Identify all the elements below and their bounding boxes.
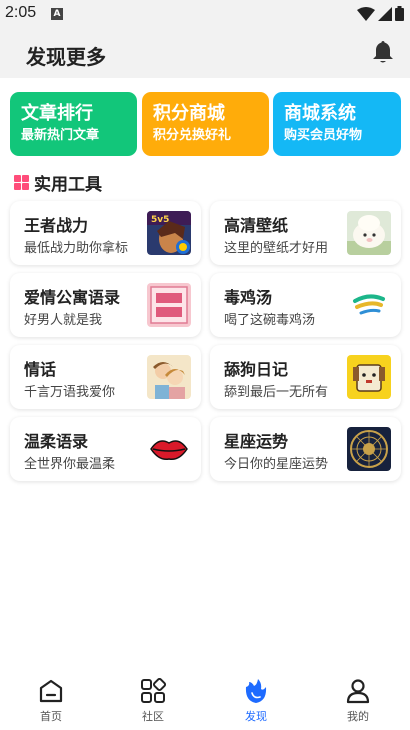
red-lips-icon	[147, 427, 191, 471]
tool-title: 舔狗日记	[224, 360, 289, 379]
tab-home[interactable]: 首页	[21, 676, 81, 724]
promo-title: 文章排行	[21, 103, 93, 124]
tab-community[interactable]: 社区	[123, 676, 183, 724]
promo-subtitle: 积分兑换好礼	[153, 128, 232, 143]
tab-label: 发现	[245, 710, 267, 723]
tool-title: 温柔语录	[24, 432, 89, 451]
signal-icon	[378, 6, 392, 21]
tool-title: 星座运势	[224, 432, 289, 451]
section-header: 实用工具	[14, 170, 102, 195]
tv-show-poster-thumbnail-icon	[147, 283, 191, 327]
promo-mall-system[interactable]: 商城系统 购买会员好物	[273, 92, 401, 156]
tab-label: 我的	[347, 710, 369, 723]
discover-icon	[245, 679, 267, 703]
tool-card-love-words[interactable]: 情话 千言万语我爱你	[10, 345, 201, 409]
tool-title: 毒鸡汤	[224, 288, 273, 307]
tab-discover[interactable]: 发现	[226, 676, 286, 724]
promo-subtitle: 最新热门文章	[21, 128, 100, 143]
tool-title: 情话	[24, 360, 57, 379]
wifi-icon	[357, 6, 375, 21]
page-title: 发现更多	[26, 45, 106, 69]
tool-card-king-power[interactable]: 王者战力 最低战力助你拿标 5v5	[10, 201, 201, 265]
profile-icon	[346, 679, 370, 704]
promo-title: 积分商城	[153, 103, 225, 124]
tool-card-horoscope[interactable]: 星座运势 今日你的星座运势	[210, 417, 401, 481]
tool-subtitle: 喝了这碗毒鸡汤	[224, 313, 316, 328]
zodiac-wheel-thumbnail-icon	[347, 427, 391, 471]
tool-title: 爱情公寓语录	[24, 288, 121, 307]
tool-subtitle: 好男人就是我	[24, 313, 103, 328]
tab-profile[interactable]: 我的	[328, 676, 388, 724]
status-icons	[357, 6, 404, 21]
soup-logo-thumbnail-icon	[347, 283, 391, 327]
tool-subtitle: 千言万语我爱你	[24, 385, 116, 400]
game-hero-thumbnail-icon: 5v5	[147, 211, 191, 255]
tab-label: 社区	[142, 710, 164, 723]
tool-card-gentle-quotes[interactable]: 温柔语录 全世界你最温柔	[10, 417, 201, 481]
tool-subtitle: 全世界你最温柔	[24, 457, 116, 472]
couple-illustration-thumbnail-icon	[147, 355, 191, 399]
main-content: 文章排行 最新热门文章 积分商城 积分兑换好礼 商城系统 购买会员好物 实用工具…	[0, 78, 410, 666]
status-bar: 2:05 A	[0, 0, 410, 28]
tool-card-ipartment-quotes[interactable]: 爱情公寓语录 好男人就是我	[10, 273, 201, 337]
tool-card-hd-wallpaper[interactable]: 高清壁纸 这里的壁纸才好用	[210, 201, 401, 265]
section-title: 实用工具	[34, 175, 102, 195]
tool-card-simp-diary[interactable]: 舔狗日记 舔到最后一无所有	[210, 345, 401, 409]
home-icon	[39, 679, 63, 703]
status-time: 2:05	[5, 4, 37, 21]
battery-icon	[395, 6, 404, 21]
promo-article-ranking[interactable]: 文章排行 最新热门文章	[10, 92, 137, 156]
grid-apps-icon	[141, 678, 166, 703]
promo-points-mall[interactable]: 积分商城 积分兑换好礼	[142, 92, 269, 156]
notification-badge-icon: A	[51, 8, 63, 20]
tool-subtitle: 今日你的星座运势	[224, 457, 329, 472]
tool-title: 高清壁纸	[224, 216, 289, 235]
header: 发现更多	[0, 28, 410, 76]
tool-subtitle: 最低战力助你拿标	[24, 241, 129, 256]
promo-subtitle: 购买会员好物	[284, 128, 363, 143]
tool-title: 王者战力	[24, 216, 89, 235]
sheep-wallpaper-thumbnail-icon	[347, 211, 391, 255]
grid-section-icon	[14, 175, 29, 190]
promo-title: 商城系统	[284, 103, 356, 124]
dog-cartoon-thumbnail-icon	[347, 355, 391, 399]
tool-subtitle: 这里的壁纸才好用	[224, 241, 329, 256]
tab-label: 首页	[40, 710, 62, 723]
bell-icon[interactable]	[372, 40, 394, 64]
tool-card-poison-soup[interactable]: 毒鸡汤 喝了这碗毒鸡汤	[210, 273, 401, 337]
tool-subtitle: 舔到最后一无所有	[224, 385, 329, 400]
bottom-tab-bar: 首页 社区 发现 我的	[0, 666, 410, 730]
